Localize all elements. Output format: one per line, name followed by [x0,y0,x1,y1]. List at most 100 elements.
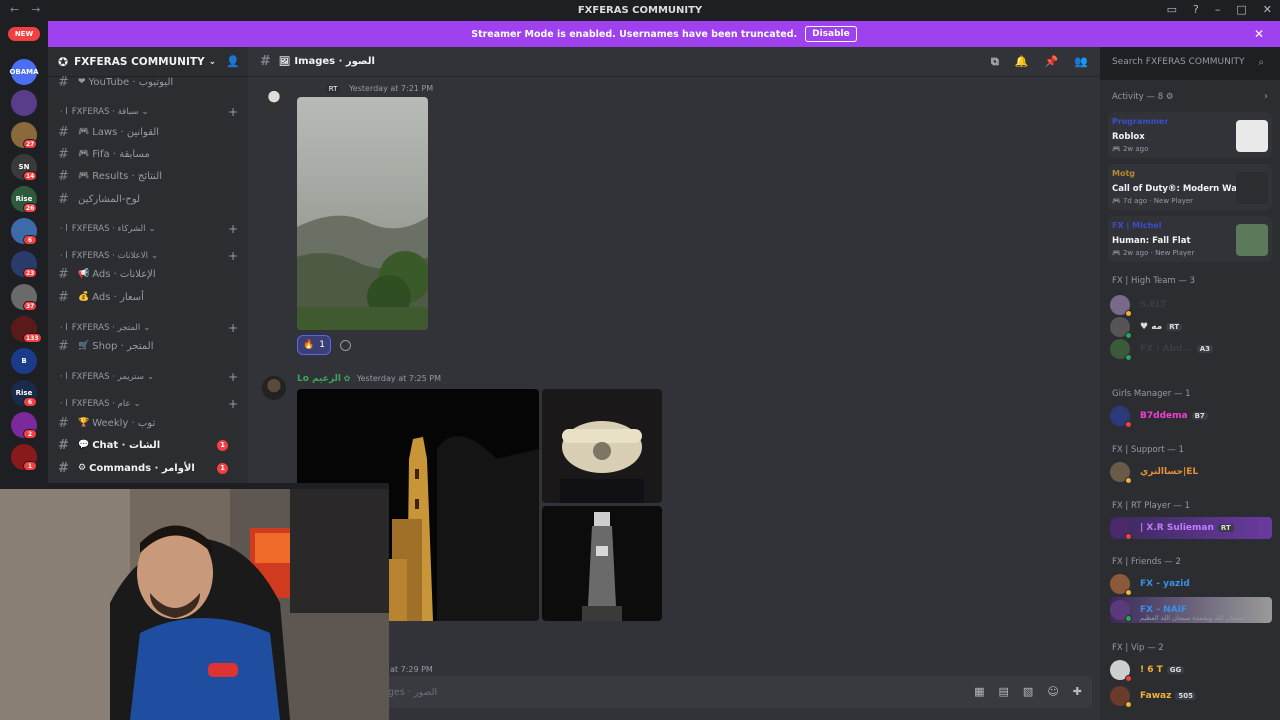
chevron-down-icon: ⌄ [208,56,217,67]
role-badge: 505 [1175,692,1196,700]
minimize-icon[interactable]: – [1215,3,1221,16]
activity-card[interactable]: Motg Call of Duty®: Modern Warf... 🎮 7d ag… [1108,164,1272,210]
add-channel-icon[interactable]: + [228,370,238,384]
server-icon[interactable]: B [11,348,37,374]
activity-card[interactable]: Programmer Roblox 🎮 2w ago [1108,112,1272,158]
status-dot [1125,421,1132,428]
inbox-icon[interactable]: ▭ [1167,3,1177,16]
channel-item[interactable]: # 🎮 Laws · القوانين [58,123,238,141]
status-dot [1125,477,1132,484]
server-icon[interactable]: OBAMA [9,59,39,85]
member-group-title: FX | High Team — 3 [1112,276,1195,286]
mention-badge: 6 [23,235,37,245]
disable-button[interactable]: Disable [805,26,857,42]
member-item[interactable]: حساالنري|EL [1110,461,1272,484]
add-channel-icon[interactable]: + [228,105,238,119]
streamer-webcam [0,483,389,720]
add-channel-icon[interactable]: + [228,222,238,236]
chevron-down-icon: ⌄ [133,399,141,409]
category-label: FXFERAS · عام [71,399,131,409]
add-channel-icon[interactable]: + [228,249,238,263]
category-marker-icon: · ⅼ [60,224,68,234]
member-item[interactable]: | X.R Sulieman RT [1110,517,1272,540]
channel-item[interactable]: # لوح-المشاركين [58,190,238,208]
activity-user: FX | Michel [1112,221,1162,230]
close-window-icon[interactable]: ✕ [1263,3,1272,16]
reaction-pill[interactable]: 🔥 1 [297,335,331,355]
category-marker-icon: · ⅼ [60,107,68,117]
channel-category[interactable]: · ⅼ FXFERAS · سباقة ⌄ + [60,105,238,119]
gift-icon[interactable]: ▦ [974,685,984,698]
avatar [1110,574,1132,596]
channel-item[interactable]: # 🛒 Shop · المتجر [58,337,238,355]
emoji-icon[interactable]: ☺ [1047,685,1058,698]
channel-label: Laws · القوانين [92,126,160,138]
apps-icon[interactable]: ✚ [1073,685,1082,698]
banner-text: Streamer Mode is enabled. Usernames have… [471,28,798,40]
channel-category[interactable]: · ⅼ FXFERAS · الاعلانات ⌄ + [60,249,238,263]
unread-badge: 1 [217,439,228,451]
add-channel-icon[interactable]: + [228,321,238,335]
attachment-image[interactable] [297,97,428,330]
search-placeholder: Search FXFERAS COMMUNITY [1112,57,1245,67]
member-item[interactable]: Fawaz 505 [1110,685,1272,708]
search-input[interactable]: Search FXFERAS COMMUNITY ⌕ [1106,52,1270,72]
channel-item[interactable]: # 💰 Ads · أسعار [58,288,238,306]
help-icon[interactable]: ? [1193,3,1199,16]
channel-category[interactable]: · ⅼ FXFERAS · الشركاء ⌄ + [60,222,238,236]
chevron-right-icon[interactable]: › [1264,91,1268,102]
member-item[interactable]: S.ELT [1110,294,1272,317]
activity-card[interactable]: FX | Michel Human: Fall Flat 🎮 2w ago · Ne… [1108,216,1272,262]
invite-user-icon[interactable]: 👤 [226,55,240,68]
channel-category[interactable]: · ⅼ FXFERAS · ستريمر ⌄ + [60,370,238,384]
unread-badge: 1 [217,462,228,474]
channel-category[interactable]: · ⅼ FXFERAS · المتجر ⌄ + [60,321,238,335]
channel-emoji-icon: 🎮 [78,171,90,181]
gear-icon[interactable]: ⚙ [1166,92,1174,102]
member-item[interactable]: FX | Abd... A3 [1110,338,1272,361]
channel-item[interactable]: # ⚙ Commands · الأوامر 1 [58,459,238,477]
channel-item[interactable]: # 📢 Ads · الإعلانات [58,265,238,283]
close-banner-icon[interactable]: ✕ [1254,27,1264,41]
attachment-image[interactable] [542,506,662,621]
activity-user: Motg [1112,169,1136,178]
sticker-icon[interactable]: ▧ [1023,685,1033,698]
avatar[interactable] [262,87,286,111]
avatar [1110,518,1132,540]
channel-category[interactable]: · ⅼ FXFERAS · عام ⌄ + [60,397,238,411]
add-reaction-icon[interactable] [340,340,351,351]
status-dot [1125,675,1132,682]
mention-badge: 26 [23,203,38,213]
member-item[interactable]: FX - NAIF سبحان الله وبحمده سبحان الله ال… [1110,597,1272,623]
role-badge: GG [1166,666,1185,674]
attachment-image[interactable] [542,389,662,503]
member-item[interactable]: ! 6 T GG [1110,659,1272,682]
server-icon[interactable] [11,90,37,116]
avatar [1110,660,1132,682]
username[interactable]: Lo الزعيم [297,374,341,384]
add-channel-icon[interactable]: + [228,397,238,411]
channel-item[interactable]: # 🎮 Fifa · مسابقة [58,145,238,163]
member-name: ♥ مه [1140,322,1163,332]
avatar[interactable] [262,376,286,400]
members-icon[interactable]: 👥 [1074,55,1088,69]
gamepad-icon: 🎮 [1112,197,1121,205]
maximize-icon[interactable]: □ [1236,3,1246,16]
member-item[interactable]: FX - yazid [1110,573,1272,596]
gif-icon[interactable]: ▤ [999,685,1009,698]
channel-item[interactable]: # ❤ YouTube · اليوتيوب [58,73,238,91]
threads-icon[interactable]: ⧉ [991,55,999,69]
member-item[interactable]: B7ddema B7 [1110,405,1272,428]
member-item[interactable]: ♥ مه RT [1110,316,1272,339]
channel-sidebar: ✪ FXFERAS COMMUNITY ⌄ 👤 # ❤ YouTube · اليو… [48,47,248,487]
username-redacted[interactable]: xxxx [297,84,320,94]
channel-item[interactable]: # 🏆 Weekly · توب [58,414,238,432]
channel-item[interactable]: # 🎮 Results · النتائج [58,167,238,185]
new-badge[interactable]: NEW [8,27,40,41]
pin-icon[interactable]: 📌 [1045,55,1059,69]
channel-item[interactable]: # 💬 Chat · الشات 1 [58,436,238,454]
fire-icon: 🔥 [303,340,315,350]
member-name: S.ELT [1140,300,1167,310]
message-meta: xxxx RT Yesterday at 7:21 PM [297,84,433,94]
bell-icon[interactable]: 🔔 [1015,55,1029,69]
